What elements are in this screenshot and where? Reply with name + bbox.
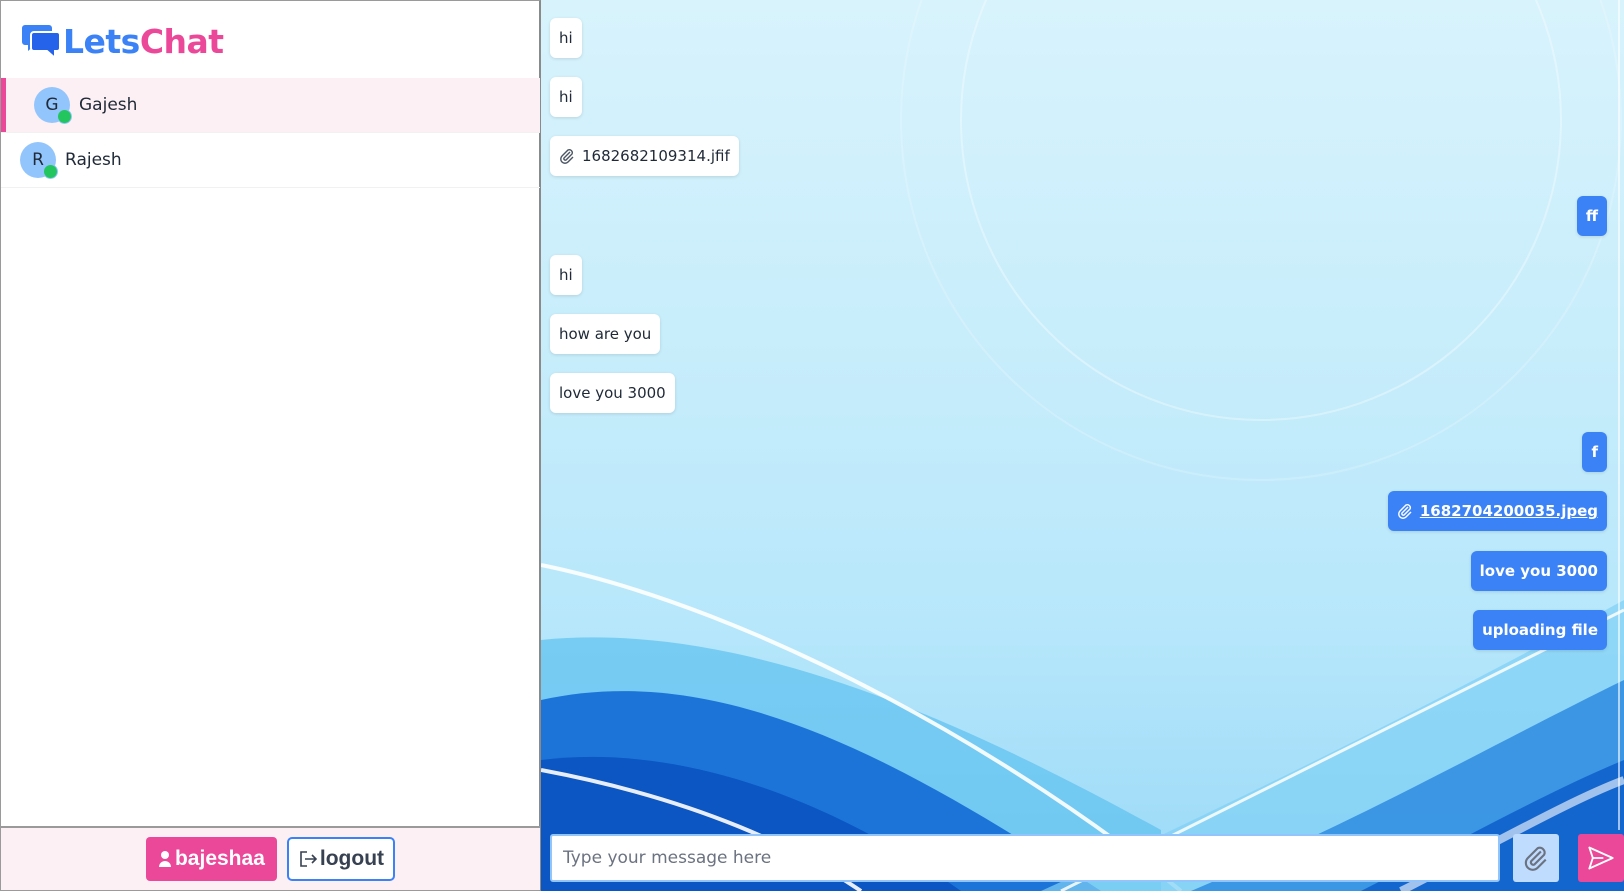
avatar: G — [34, 87, 72, 124]
message-bubble-outgoing: uploading file — [1473, 610, 1607, 650]
message-bubble-incoming: love you 3000 — [550, 373, 675, 413]
message-bubble-outgoing: ff — [1576, 196, 1607, 236]
online-status-dot — [43, 164, 58, 179]
message-text: f — [1591, 443, 1598, 461]
user-icon — [158, 851, 171, 867]
message-text: hi — [559, 29, 573, 47]
message-text: love you 3000 — [1479, 562, 1598, 580]
username-label: bajeshaa — [174, 847, 265, 870]
file-name[interactable]: 1682682109314.jfif — [582, 147, 730, 165]
online-status-dot — [57, 109, 72, 124]
profile-button[interactable]: bajeshaa — [145, 837, 277, 881]
message-text: hi — [559, 266, 573, 284]
message-input[interactable] — [550, 834, 1500, 882]
send-button[interactable] — [1578, 834, 1624, 882]
message-bubble-incoming: how are you — [550, 314, 661, 354]
attach-file-button[interactable] — [1513, 834, 1559, 882]
message-text: hi — [559, 88, 573, 106]
scrollbar[interactable] — [1618, 0, 1620, 830]
chat-background-waves — [541, 0, 1624, 891]
message-bubble-outgoing: love you 3000 — [1470, 551, 1607, 591]
logout-label: logout — [319, 847, 385, 870]
message-text: uploading file — [1482, 621, 1598, 639]
paperclip-icon — [1397, 504, 1412, 519]
contact-item-gajesh[interactable]: G Gajesh — [1, 78, 540, 133]
logout-button[interactable]: logout — [286, 837, 396, 881]
message-text: how are you — [559, 325, 652, 343]
chat-bubbles-icon — [22, 25, 61, 60]
paperclip-icon — [560, 149, 574, 164]
message-bubble-outgoing: f — [1582, 432, 1607, 472]
avatar-initial: R — [32, 150, 44, 170]
avatar: R — [20, 142, 58, 179]
avatar-initial: G — [45, 95, 59, 115]
contact-item-rajesh[interactable]: R Rajesh — [1, 133, 540, 188]
contact-name: Rajesh — [65, 150, 122, 170]
logo-text-chat: Chat — [139, 21, 224, 61]
message-bubble-incoming: hi — [550, 255, 582, 295]
message-text: ff — [1585, 207, 1598, 225]
message-text: love you 3000 — [559, 384, 666, 402]
app-logo: LetsChat — [21, 21, 224, 61]
sidebar: LetsChat G Gajesh R Rajesh bajeshaa logo… — [0, 0, 541, 891]
logout-icon — [300, 851, 318, 867]
send-icon — [1588, 846, 1614, 870]
message-bubble-incoming: hi — [550, 77, 582, 117]
file-message-incoming[interactable]: 1682682109314.jfif — [550, 136, 739, 176]
file-message-outgoing[interactable]: 1682704200035.jpeg — [1387, 491, 1607, 531]
contact-list: G Gajesh R Rajesh — [1, 78, 540, 188]
message-bubble-incoming: hi — [550, 18, 582, 58]
message-composer — [550, 833, 1624, 883]
paperclip-icon — [1524, 846, 1547, 871]
file-name[interactable]: 1682704200035.jpeg — [1420, 502, 1598, 520]
contact-name: Gajesh — [79, 95, 138, 115]
sidebar-footer: bajeshaa logout — [1, 826, 540, 890]
chat-panel: hi hi 1682682109314.jfif ff hi how are y… — [541, 0, 1624, 891]
active-indicator — [1, 78, 6, 132]
logo-text-lets: Lets — [63, 21, 140, 61]
